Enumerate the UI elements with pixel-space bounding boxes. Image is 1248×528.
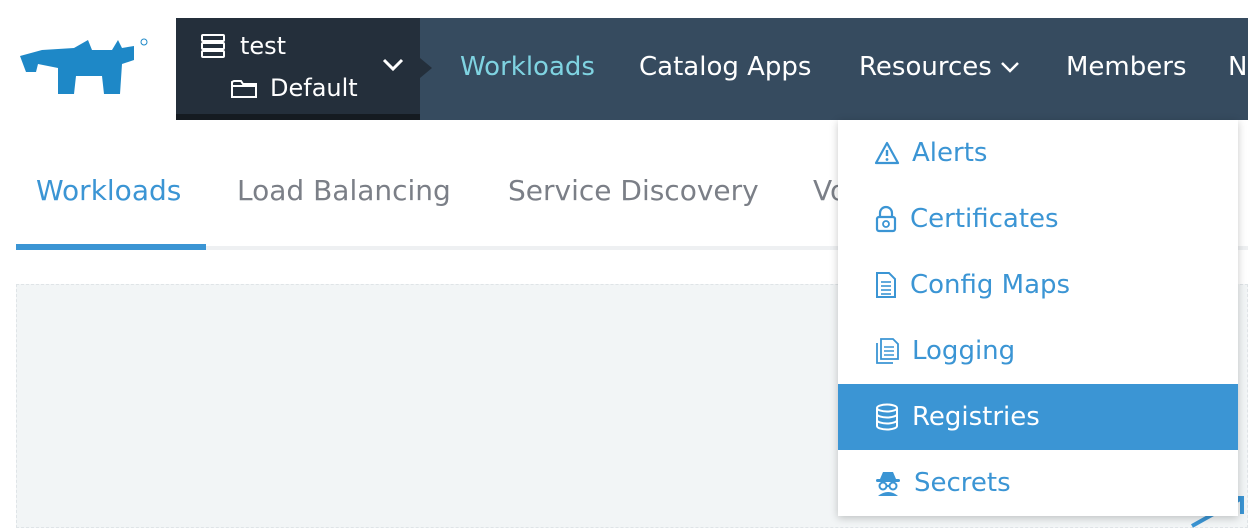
server-icon (201, 34, 225, 58)
nav-arrow (420, 58, 432, 78)
lock-icon (875, 205, 897, 233)
menu-item-label: Alerts (912, 138, 988, 168)
subtab-active-indicator (16, 244, 206, 250)
menu-item-label: Certificates (910, 204, 1059, 234)
spy-icon (876, 472, 900, 496)
menu-item-certificates[interactable]: Certificates (838, 186, 1238, 252)
resources-dropdown-menu: Alerts Certificates Config Maps Logging (838, 120, 1238, 516)
top-header: test Default Workloads Catalog Apps Reso… (0, 0, 1248, 120)
menu-item-registries[interactable]: Registries (838, 384, 1238, 450)
cluster-name: test (240, 32, 287, 60)
nav-item-more[interactable]: N (1228, 52, 1247, 82)
database-icon (876, 403, 898, 431)
menu-item-alerts[interactable]: Alerts (838, 120, 1238, 186)
folder-icon (231, 80, 257, 98)
menu-item-label: Logging (912, 336, 1016, 366)
warning-icon (874, 141, 900, 165)
tab-service-discovery[interactable]: Service Discovery (508, 174, 759, 207)
nav-item-resources[interactable]: Resources (859, 52, 1020, 82)
cluster-project-selector[interactable]: test Default (176, 18, 420, 118)
menu-item-config-maps[interactable]: Config Maps (838, 252, 1238, 318)
menu-item-secrets[interactable]: Secrets (838, 450, 1238, 516)
nav-item-members[interactable]: Members (1066, 52, 1187, 82)
nav-item-label: N (1228, 52, 1248, 82)
nav-item-label: Members (1066, 52, 1187, 82)
chevron-down-icon (382, 58, 404, 72)
nav-item-catalog-apps[interactable]: Catalog Apps (639, 52, 811, 82)
rancher-logo-icon[interactable] (16, 34, 152, 98)
project-row: Default (230, 74, 358, 102)
files-icon (876, 338, 899, 364)
menu-item-logging[interactable]: Logging (838, 318, 1238, 384)
nav-item-label: Workloads (460, 52, 595, 82)
file-icon (876, 272, 896, 298)
tab-load-balancing[interactable]: Load Balancing (237, 174, 451, 207)
cluster-row: test (200, 32, 286, 60)
menu-item-label: Config Maps (910, 270, 1071, 300)
main-nav: Workloads Catalog Apps Resources Members… (420, 18, 1248, 120)
project-name: Default (270, 74, 358, 102)
menu-item-label: Registries (912, 402, 1040, 432)
chevron-down-icon (1000, 62, 1019, 73)
tab-workloads[interactable]: Workloads (36, 174, 181, 207)
nav-item-label: Resources (859, 52, 992, 82)
nav-item-label: Catalog Apps (639, 52, 812, 82)
nav-item-workloads[interactable]: Workloads (460, 52, 595, 82)
menu-item-label: Secrets (914, 468, 1011, 498)
